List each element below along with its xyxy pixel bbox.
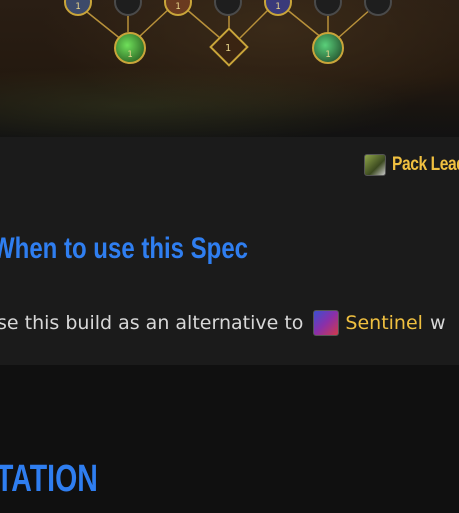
- pack-leader-icon: [364, 154, 386, 176]
- talent-tree-panel: 1 1 1 1 1 1: [0, 0, 459, 137]
- when-text-before: se this build as an alternative to: [0, 312, 304, 334]
- pack-leader-label: Pack Leader: [392, 154, 459, 175]
- section-title-when-to-use: When to use this Spec: [0, 232, 249, 265]
- sentinel-icon: [313, 310, 340, 336]
- choice-node-rank: 1: [225, 43, 232, 54]
- talent-connector-lines: [81, 7, 373, 41]
- when-to-use-text: se this build as an alternative to Senti…: [0, 309, 445, 337]
- section-title-rotation: TATION: [0, 458, 98, 500]
- when-text-after: w: [429, 312, 446, 334]
- sentinel-link[interactable]: Sentinel: [345, 312, 423, 334]
- hero-talent-pack-leader[interactable]: Pack Leader: [364, 153, 459, 177]
- poison-icon[interactable]: 1: [114, 32, 146, 64]
- nature-icon[interactable]: 1: [312, 32, 344, 64]
